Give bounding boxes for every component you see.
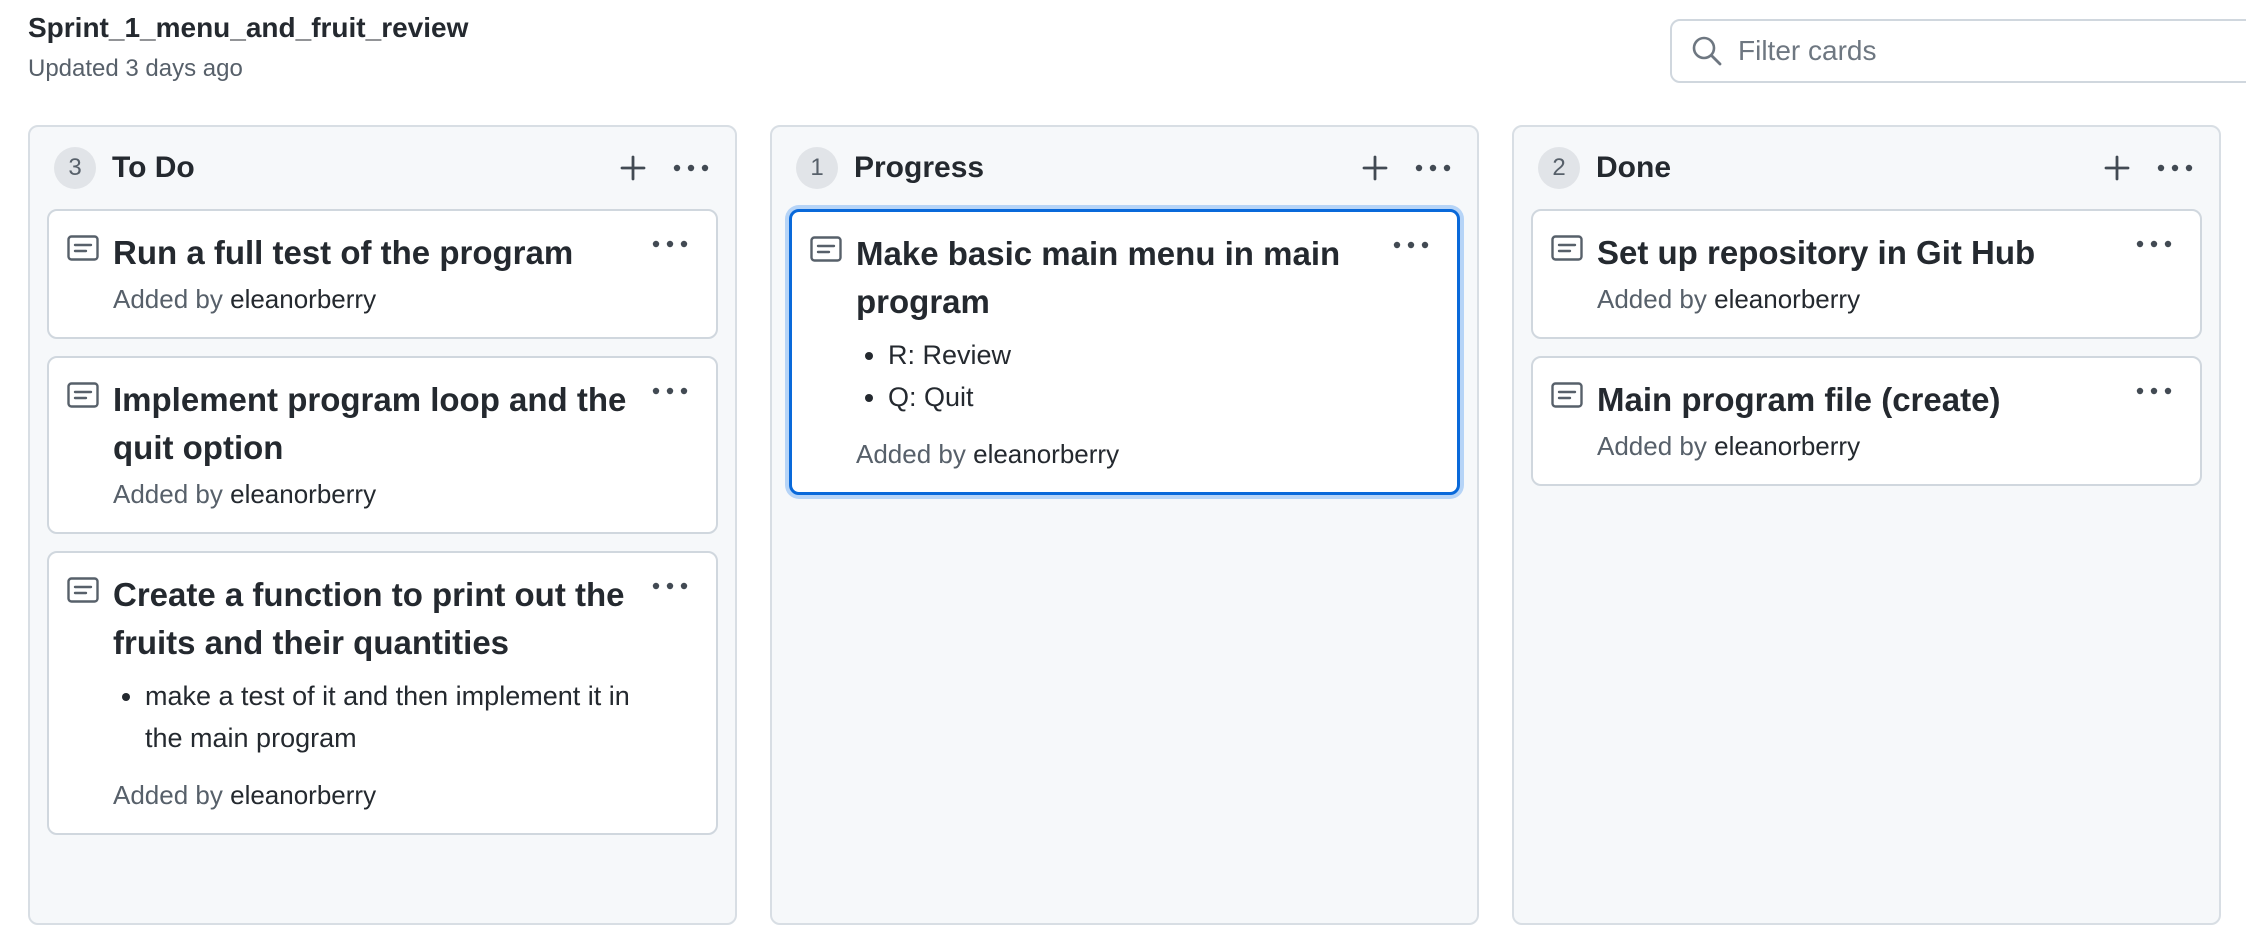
kebab-horizontal-icon xyxy=(652,582,688,590)
search-icon xyxy=(1690,34,1724,68)
card-menu-button[interactable] xyxy=(648,229,692,259)
column-card-count: 1 xyxy=(796,147,838,189)
kebab-horizontal-icon xyxy=(652,387,688,395)
board-header: Sprint_1_menu_and_fruit_review Updated 3… xyxy=(28,10,468,84)
card-note-item: R: Review xyxy=(888,334,1377,376)
card-author[interactable]: eleanorberry xyxy=(230,780,376,810)
card-menu-button[interactable] xyxy=(648,376,692,406)
page-title: Sprint_1_menu_and_fruit_review xyxy=(28,12,469,43)
card-added-by: Added by eleanorberry xyxy=(113,777,636,813)
card[interactable]: Implement program loop and the quit opti… xyxy=(47,356,718,534)
added-by-label: Added by xyxy=(1597,284,1707,314)
card-title: Set up repository in Git Hub xyxy=(1597,234,2036,271)
card[interactable]: Set up repository in Git Hub Added by el… xyxy=(1531,209,2202,339)
updated-timestamp: Updated 3 days ago xyxy=(28,55,243,82)
column-menu-button[interactable] xyxy=(669,146,713,190)
column-card-count: 3 xyxy=(54,147,96,189)
column-card-count: 2 xyxy=(1538,147,1580,189)
card-note-list: make a test of it and then implement it … xyxy=(145,675,636,759)
card-menu-button[interactable] xyxy=(1389,230,1433,260)
card-author[interactable]: eleanorberry xyxy=(1714,284,1860,314)
note-icon xyxy=(810,236,842,262)
column-header: 1 Progress xyxy=(772,127,1477,209)
column-to-do: 3 To Do Run a full test of the program A… xyxy=(28,125,737,925)
card-note-item: make a test of it and then implement it … xyxy=(145,675,636,759)
card-added-by: Added by eleanorberry xyxy=(113,476,636,512)
added-by-label: Added by xyxy=(113,284,223,314)
kebab-horizontal-icon xyxy=(2136,240,2172,248)
card-added-by: Added by eleanorberry xyxy=(113,281,636,317)
column-header: 3 To Do xyxy=(30,127,735,209)
add-card-button[interactable] xyxy=(611,146,655,190)
card-author[interactable]: eleanorberry xyxy=(230,284,376,314)
column-progress: 1 Progress Make basic main menu in main … xyxy=(770,125,1479,925)
added-by-label: Added by xyxy=(1597,431,1707,461)
card[interactable]: Main program file (create) Added by elea… xyxy=(1531,356,2202,486)
filter-cards-field[interactable] xyxy=(1670,19,2246,83)
kebab-horizontal-icon xyxy=(652,240,688,248)
column-done: 2 Done Set up repository in Git Hub Adde… xyxy=(1512,125,2221,925)
column-title: Progress xyxy=(854,151,985,184)
note-icon xyxy=(67,577,99,603)
kebab-horizontal-icon xyxy=(1415,164,1451,172)
card-menu-button[interactable] xyxy=(648,571,692,601)
card-added-by: Added by eleanorberry xyxy=(1597,428,2120,464)
column-menu-button[interactable] xyxy=(2153,146,2197,190)
card-menu-button[interactable] xyxy=(2132,376,2176,406)
card[interactable]: Run a full test of the program Added by … xyxy=(47,209,718,339)
card-note-list: R: Review Q: Quit xyxy=(888,334,1377,418)
note-icon xyxy=(1551,235,1583,261)
kebab-horizontal-icon xyxy=(673,164,709,172)
column-menu-button[interactable] xyxy=(1411,146,1455,190)
plus-icon xyxy=(2104,155,2130,181)
card-author[interactable]: eleanorberry xyxy=(973,439,1119,469)
kebab-horizontal-icon xyxy=(2157,164,2193,172)
added-by-label: Added by xyxy=(113,479,223,509)
card-author[interactable]: eleanorberry xyxy=(230,479,376,509)
card-selected[interactable]: Make basic main menu in main program R: … xyxy=(789,209,1460,495)
card-title: Run a full test of the program xyxy=(113,234,574,271)
column-title: Done xyxy=(1596,151,1671,184)
column-title: To Do xyxy=(112,151,195,184)
card-title: Main program file (create) xyxy=(1597,381,2001,418)
card-author[interactable]: eleanorberry xyxy=(1714,431,1860,461)
added-by-label: Added by xyxy=(113,780,223,810)
column-header: 2 Done xyxy=(1514,127,2219,209)
card-added-by: Added by eleanorberry xyxy=(856,436,1377,472)
note-icon xyxy=(67,382,99,408)
card-note-item: Q: Quit xyxy=(888,376,1377,418)
added-by-label: Added by xyxy=(856,439,966,469)
add-card-button[interactable] xyxy=(2095,146,2139,190)
plus-icon xyxy=(620,155,646,181)
card[interactable]: Create a function to print out the fruit… xyxy=(47,551,718,835)
plus-icon xyxy=(1362,155,1388,181)
filter-cards-input[interactable] xyxy=(1738,35,2238,67)
card-added-by: Added by eleanorberry xyxy=(1597,281,2120,317)
kebab-horizontal-icon xyxy=(1393,241,1429,249)
card-title: Create a function to print out the fruit… xyxy=(113,576,625,661)
kebab-horizontal-icon xyxy=(2136,387,2172,395)
card-title: Make basic main menu in main program xyxy=(856,235,1341,320)
add-card-button[interactable] xyxy=(1353,146,1397,190)
note-icon xyxy=(67,235,99,261)
card-title: Implement program loop and the quit opti… xyxy=(113,381,627,466)
card-menu-button[interactable] xyxy=(2132,229,2176,259)
note-icon xyxy=(1551,382,1583,408)
